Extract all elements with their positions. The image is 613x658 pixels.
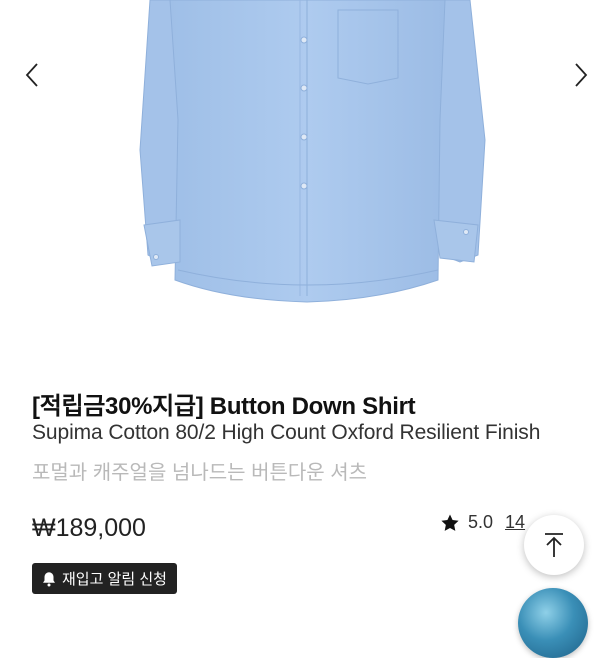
review-count-link[interactable]: 14 xyxy=(505,512,525,533)
gallery-next-button[interactable] xyxy=(569,60,593,90)
product-image xyxy=(139,0,486,303)
product-subtitle: Supima Cotton 80/2 High Count Oxford Res… xyxy=(32,421,541,444)
arrow-up-icon xyxy=(545,533,563,557)
scroll-to-top-button[interactable] xyxy=(524,515,584,575)
bell-icon xyxy=(43,571,55,586)
chevron-left-icon xyxy=(25,63,38,87)
product-image-gallery[interactable] xyxy=(0,0,613,345)
chevron-right-icon xyxy=(575,63,588,87)
globe-chat-icon[interactable] xyxy=(518,588,588,658)
product-description: 포멀과 캐주얼을 넘나드는 버튼다운 셔츠 xyxy=(32,462,368,484)
gallery-prev-button[interactable] xyxy=(20,60,44,90)
product-price: ₩189,000 xyxy=(32,514,146,542)
rating-score: 5.0 xyxy=(468,512,494,532)
restock-alert-label: 재입고 알림 신청 xyxy=(62,571,167,588)
product-title: [적립금30%지급] Button Down Shirt xyxy=(32,393,416,420)
restock-alert-button[interactable]: 재입고 알림 신청 xyxy=(32,563,177,594)
product-rating: 5.0 14 xyxy=(440,512,525,533)
star-icon xyxy=(441,514,459,531)
